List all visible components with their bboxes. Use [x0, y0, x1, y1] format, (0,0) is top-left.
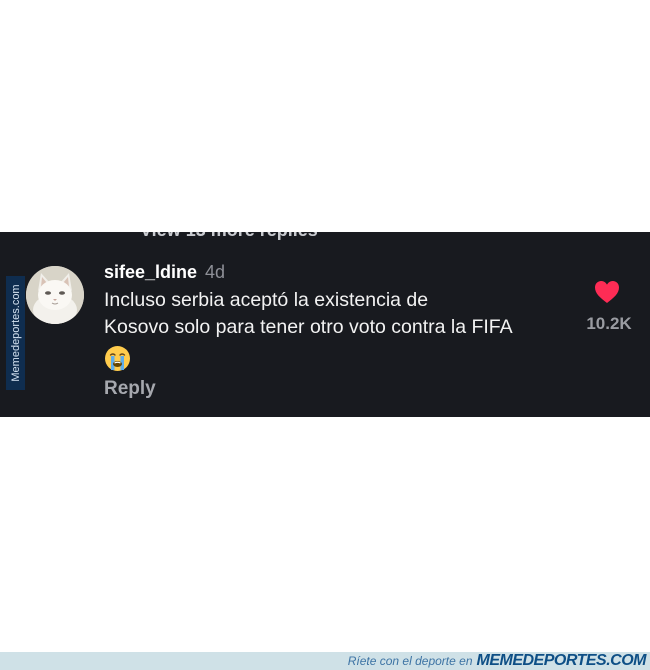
reply-button[interactable]: Reply: [104, 378, 156, 400]
cat-avatar-icon: [26, 266, 84, 324]
avatar[interactable]: [26, 266, 84, 324]
side-watermark: Memedeportes.com: [6, 276, 25, 390]
footer-watermark-text: Ríete con el deporte en MEMEDEPORTES.COM: [347, 652, 647, 670]
view-more-replies[interactable]: View 13 more replies: [140, 232, 318, 241]
side-watermark-text: Memedeportes.com: [9, 284, 22, 382]
comment-text-line-2: Kosovo solo para tener otro voto contra …: [104, 316, 513, 338]
crying-emoji-icon: [105, 346, 130, 371]
comment-username[interactable]: sifee_ldine: [104, 262, 197, 283]
comment-card: View 13 more replies sifee_ldine 4d Incl…: [0, 232, 650, 417]
footer-watermark-bar: Ríete con el deporte en MEMEDEPORTES.COM: [0, 652, 650, 670]
comment-text-line-1: Incluso serbia aceptó la existencia de: [104, 289, 429, 311]
footer-tagline: Ríete con el deporte en: [347, 654, 473, 668]
like-count: 10.2K: [586, 314, 632, 333]
heart-icon[interactable]: [594, 280, 620, 304]
comment-timestamp: 4d: [205, 262, 226, 282]
footer-brand[interactable]: MEMEDEPORTES.COM: [477, 652, 647, 669]
